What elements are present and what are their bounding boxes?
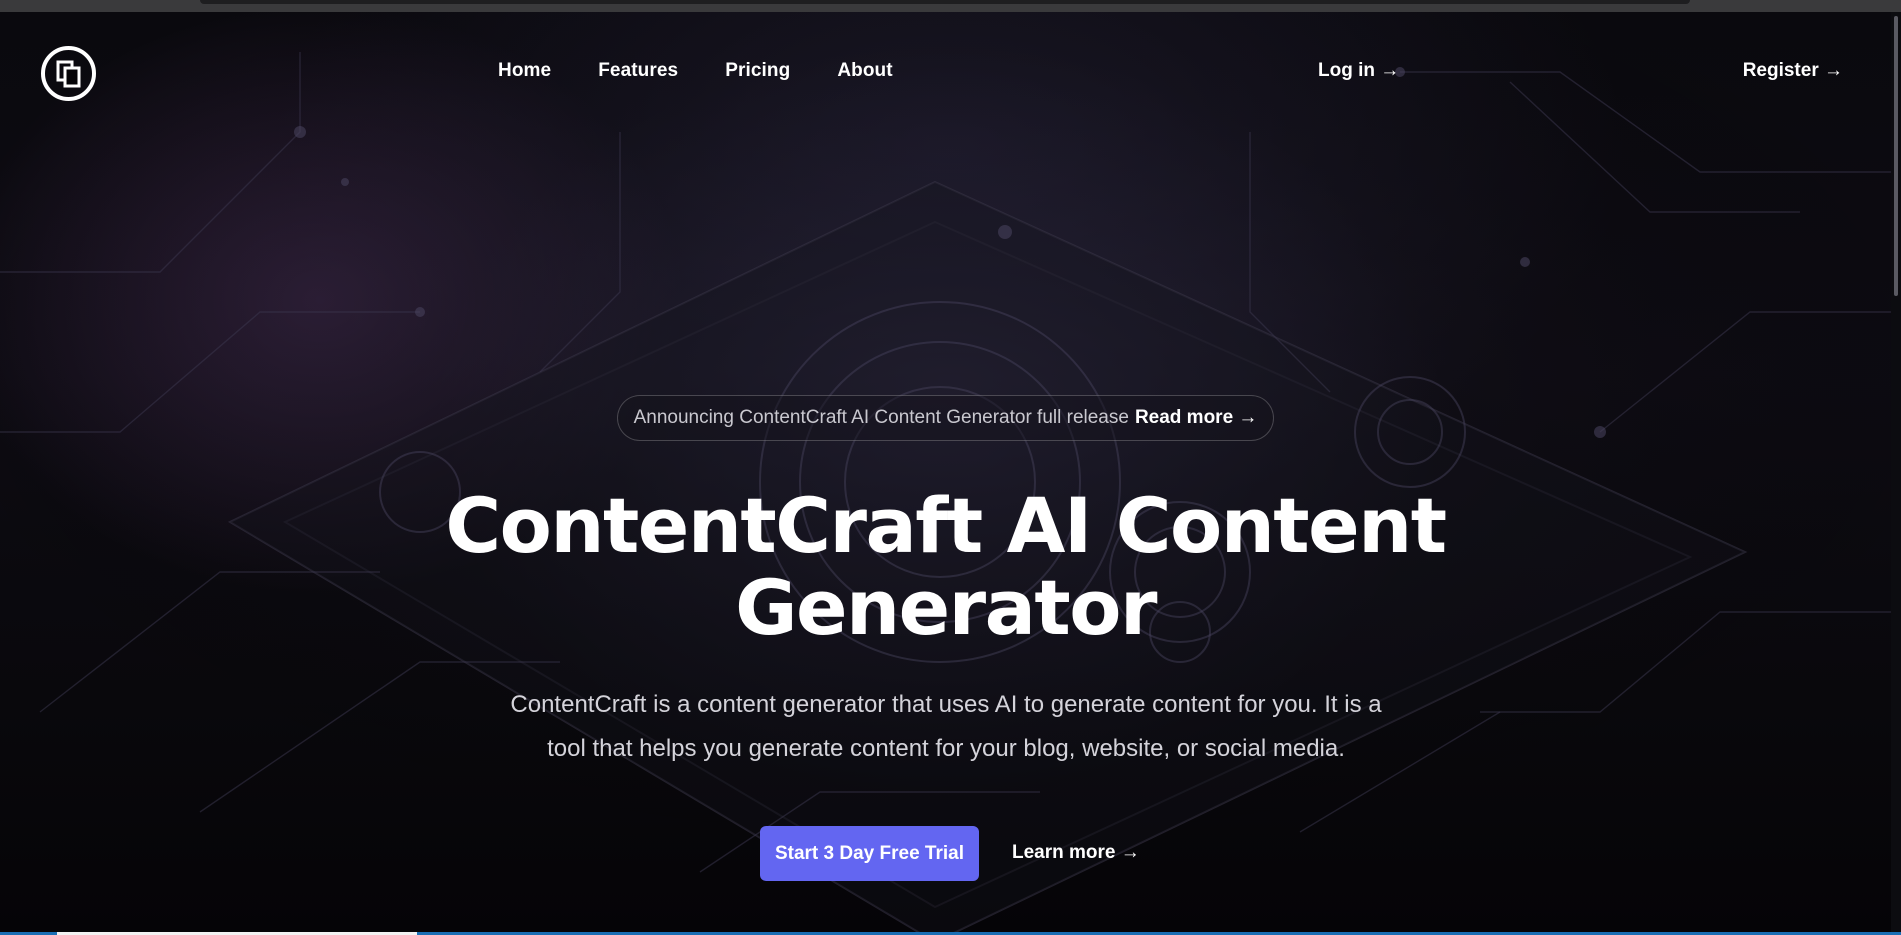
scrollbar-thumb[interactable] [1894, 16, 1898, 296]
hero-subtitle-line-2: tool that helps you generate content for… [547, 735, 1345, 762]
login-link[interactable]: Log in → [1318, 60, 1399, 82]
page-scrollbar[interactable] [1891, 12, 1901, 935]
site-header: Home Features Pricing About Log in → Reg… [0, 12, 1891, 134]
hero-subtitle-line-1: ContentCraft is a content generator that… [510, 691, 1382, 718]
page-viewport: Home Features Pricing About Log in → Reg… [0, 0, 1901, 935]
register-link[interactable]: Register → [1743, 60, 1843, 82]
announcement-text: Announcing ContentCraft AI Content Gener… [633, 407, 1129, 428]
copy-square-logo-icon[interactable] [41, 46, 96, 101]
circuit-background-art [0, 12, 1901, 935]
main-nav: Home Features Pricing About [498, 60, 940, 82]
hero-title: ContentCraft AI Content Generator [0, 485, 1891, 649]
start-free-trial-button[interactable]: Start 3 Day Free Trial [760, 826, 979, 881]
browser-tab-edge [200, 0, 1690, 4]
announcement-pill: Announcing ContentCraft AI Content Gener… [617, 395, 1274, 441]
read-more-link[interactable]: Read more → [1135, 407, 1257, 429]
hero-title-line-2: Generator [735, 563, 1157, 652]
nav-link-features[interactable]: Features [598, 60, 678, 82]
learn-more-link[interactable]: Learn more → [1012, 842, 1140, 864]
nav-link-about[interactable]: About [837, 60, 892, 82]
nav-link-home[interactable]: Home [498, 60, 551, 82]
hero-title-line-1: ContentCraft AI Content [445, 481, 1447, 570]
logo-glyph [56, 60, 80, 87]
hero-subtitle: ContentCraft is a content generator that… [470, 683, 1422, 771]
nav-link-pricing[interactable]: Pricing [725, 60, 790, 82]
browser-top-strip [0, 0, 1901, 12]
